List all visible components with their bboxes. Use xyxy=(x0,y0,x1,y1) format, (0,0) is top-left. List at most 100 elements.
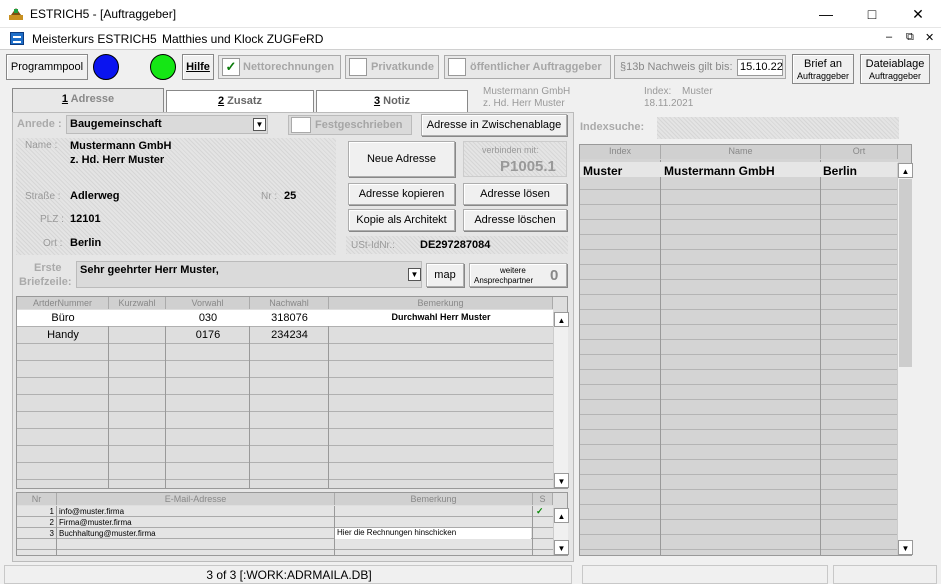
kopie-architekt-button[interactable]: Kopie als Architekt xyxy=(348,209,455,231)
plz-value[interactable]: 12101 xyxy=(70,213,101,225)
ort-value[interactable]: Berlin xyxy=(70,237,101,249)
minimize-button[interactable]: — xyxy=(803,0,849,28)
tab-adresse-num: 1 xyxy=(61,93,69,105)
ust-value[interactable]: DE297287084 xyxy=(420,239,490,251)
weitere-count: 0 xyxy=(550,267,559,284)
phone-table-header: ArtderNummer Kurzwahl Vorwahl Nachwahl B… xyxy=(17,297,553,309)
email-row1-s[interactable]: ✓ xyxy=(536,506,544,517)
index-table-body: Muster Mustermann GmbH Berlin xyxy=(580,160,898,555)
scroll-up-icon[interactable]: ▲ xyxy=(554,312,569,327)
adresse-kopieren-button[interactable]: Adresse kopieren xyxy=(348,183,455,205)
phone-scrollbar[interactable]: ▲ ▼ xyxy=(553,312,569,488)
email-row3-bemerkung[interactable]: Hier die Rechnungen hinschicken xyxy=(335,528,531,539)
verbinden-field[interactable]: verbinden mit: P1005.1 xyxy=(463,141,567,177)
nettorechnungen-checkbox[interactable]: ✓ Nettorechnungen xyxy=(218,55,341,79)
menubar-company-label: Matthies und Klock ZUGFeRD xyxy=(162,32,324,46)
email-row2-nr: 2 xyxy=(49,518,54,527)
header-index-value: Muster xyxy=(682,86,713,97)
strasse-value[interactable]: Adlerweg xyxy=(70,190,120,202)
mdi-restore-icon[interactable]: ⧉ xyxy=(906,31,914,44)
close-button[interactable]: ✕ xyxy=(895,0,941,28)
briefzeile-value: Sehr geehrter Herr Muster, xyxy=(80,264,219,276)
oeffentlich-checkbox[interactable]: öffentlicher Auftraggeber xyxy=(444,55,611,79)
email-row1-adresse[interactable]: info@muster.firma xyxy=(59,507,124,516)
nr-value[interactable]: 25 xyxy=(284,190,296,202)
map-button[interactable]: map xyxy=(426,263,464,287)
email-col-div-3 xyxy=(532,506,533,555)
briefzeile-chevron-down-icon[interactable]: ▼ xyxy=(408,268,421,281)
nachweis-group: §13b Nachweis gilt bis: 15.10.22 xyxy=(614,55,786,79)
weitere-ansprechpartner-button[interactable]: weitere Ansprechpartner 0 xyxy=(469,263,567,287)
brief-label-2: Auftraggeber xyxy=(796,71,850,81)
strasse-label: Straße : xyxy=(25,191,61,202)
email-col-nr: Nr xyxy=(17,493,57,505)
email-row3-adresse[interactable]: Buchhaltung@muster.firma xyxy=(59,529,156,538)
chevron-down-icon[interactable]: ▼ xyxy=(253,118,266,131)
nettorechnungen-label: Nettorechnungen xyxy=(243,61,335,73)
zwischenablage-button[interactable]: Adresse in Zwischenablage xyxy=(421,114,567,136)
maximize-button[interactable]: □ xyxy=(849,0,895,28)
email-scroll-down-icon[interactable]: ▼ xyxy=(554,540,569,555)
anrede-select[interactable]: Baugemeinschaft ▼ xyxy=(66,115,268,134)
name-label: Name : xyxy=(25,140,58,151)
mdi-minimize-icon[interactable]: – xyxy=(886,31,892,43)
email-col-div-1 xyxy=(56,506,57,555)
blue-status-indicator[interactable] xyxy=(93,54,119,80)
index-scroll-up-icon[interactable]: ▲ xyxy=(898,163,913,178)
col-header-artdernummer: ArtderNummer xyxy=(17,297,109,309)
privatkunde-checkbox[interactable]: Privatkunde xyxy=(345,55,439,79)
email-row2-adresse[interactable]: Firma@muster.firma xyxy=(59,518,132,527)
programmpool-button[interactable]: Programmpool xyxy=(6,54,88,80)
index-table: Index Name Ort Muster Mustermann GmbH Be… xyxy=(579,144,913,556)
brief-an-auftraggeber-button[interactable]: Brief an Auftraggeber xyxy=(792,54,854,84)
phone-row1-vorwahl: 030 xyxy=(198,312,218,324)
ust-label: USt-IdNr.: xyxy=(351,240,395,251)
index-scroll-down-icon[interactable]: ▼ xyxy=(898,540,913,555)
menubar-app-label: Meisterkurs ESTRICH5 xyxy=(32,32,157,46)
privatkunde-label: Privatkunde xyxy=(371,61,434,73)
hilfe-label: Hilfe xyxy=(186,61,210,73)
neue-adresse-button[interactable]: Neue Adresse xyxy=(348,141,455,177)
phone-row2-art: Handy xyxy=(47,329,79,341)
mdi-close-icon[interactable]: ✕ xyxy=(925,31,934,44)
oeffentlich-label: öffentlicher Auftraggeber xyxy=(470,61,602,73)
nachweis-date-field[interactable]: 15.10.22 xyxy=(737,59,783,76)
phone-row1-art: Büro xyxy=(51,312,75,324)
email-col-s: S xyxy=(533,493,553,505)
index-scrollbar[interactable]: ▲ ▼ xyxy=(897,163,913,555)
hilfe-button[interactable]: Hilfe xyxy=(182,54,214,80)
email-scrollbar[interactable]: ▲ ▼ xyxy=(553,508,569,555)
statusbar-right xyxy=(833,565,937,584)
phone-table: ArtderNummer Kurzwahl Vorwahl Nachwahl B… xyxy=(16,296,569,489)
dateiablage-button[interactable]: Dateiablage Auftraggeber xyxy=(860,54,930,84)
statusbar-left: 3 of 3 [:WORK:ADRMAILA.DB] xyxy=(4,565,572,584)
title-bar: ESTRICH5 - [Auftraggeber] — □ ✕ xyxy=(0,0,941,28)
header-sub: z. Hd. Herr Muster xyxy=(483,98,565,109)
festgeschrieben-checkbox[interactable]: Festgeschrieben xyxy=(288,115,412,135)
dateiablage-label-2: Auftraggeber xyxy=(868,71,922,81)
briefzeile-select[interactable]: Sehr geehrter Herr Muster, ▼ xyxy=(76,261,422,288)
tab-zusatz[interactable]: 2 Zusatz xyxy=(166,90,314,113)
anrede-value: Baugemeinschaft xyxy=(70,118,162,130)
app-icon xyxy=(8,6,24,22)
nr-label: Nr : xyxy=(261,191,278,202)
nachweis-label: §13b Nachweis gilt bis: xyxy=(620,61,733,73)
tab-notiz-label: Notiz xyxy=(383,95,411,107)
ort-label: Ort : xyxy=(43,238,63,249)
oeffentlich-check xyxy=(448,58,466,76)
adresse-loeschen-button[interactable]: Adresse löschen xyxy=(463,209,567,231)
tab-adresse[interactable]: 1 Adresse xyxy=(12,88,164,114)
indexsuche-input[interactable] xyxy=(657,117,899,139)
mdi-menubar: Meisterkurs ESTRICH5 Matthies und Klock … xyxy=(0,28,941,50)
name1-value: Mustermann GmbH xyxy=(70,140,172,152)
weitere-label-1: weitere xyxy=(500,266,526,275)
green-status-indicator[interactable] xyxy=(150,54,176,80)
adresse-loesen-button[interactable]: Adresse lösen xyxy=(463,183,567,205)
verbinden-label: verbinden mit: xyxy=(482,145,539,155)
tab-notiz[interactable]: 3 Notiz xyxy=(316,90,468,113)
index-row1-ort: Berlin xyxy=(823,164,858,178)
email-scroll-up-icon[interactable]: ▲ xyxy=(554,508,569,523)
index-scroll-thumb[interactable] xyxy=(899,179,912,367)
scroll-down-icon[interactable]: ▼ xyxy=(554,473,569,488)
brief-label-1: Brief an xyxy=(804,58,842,70)
